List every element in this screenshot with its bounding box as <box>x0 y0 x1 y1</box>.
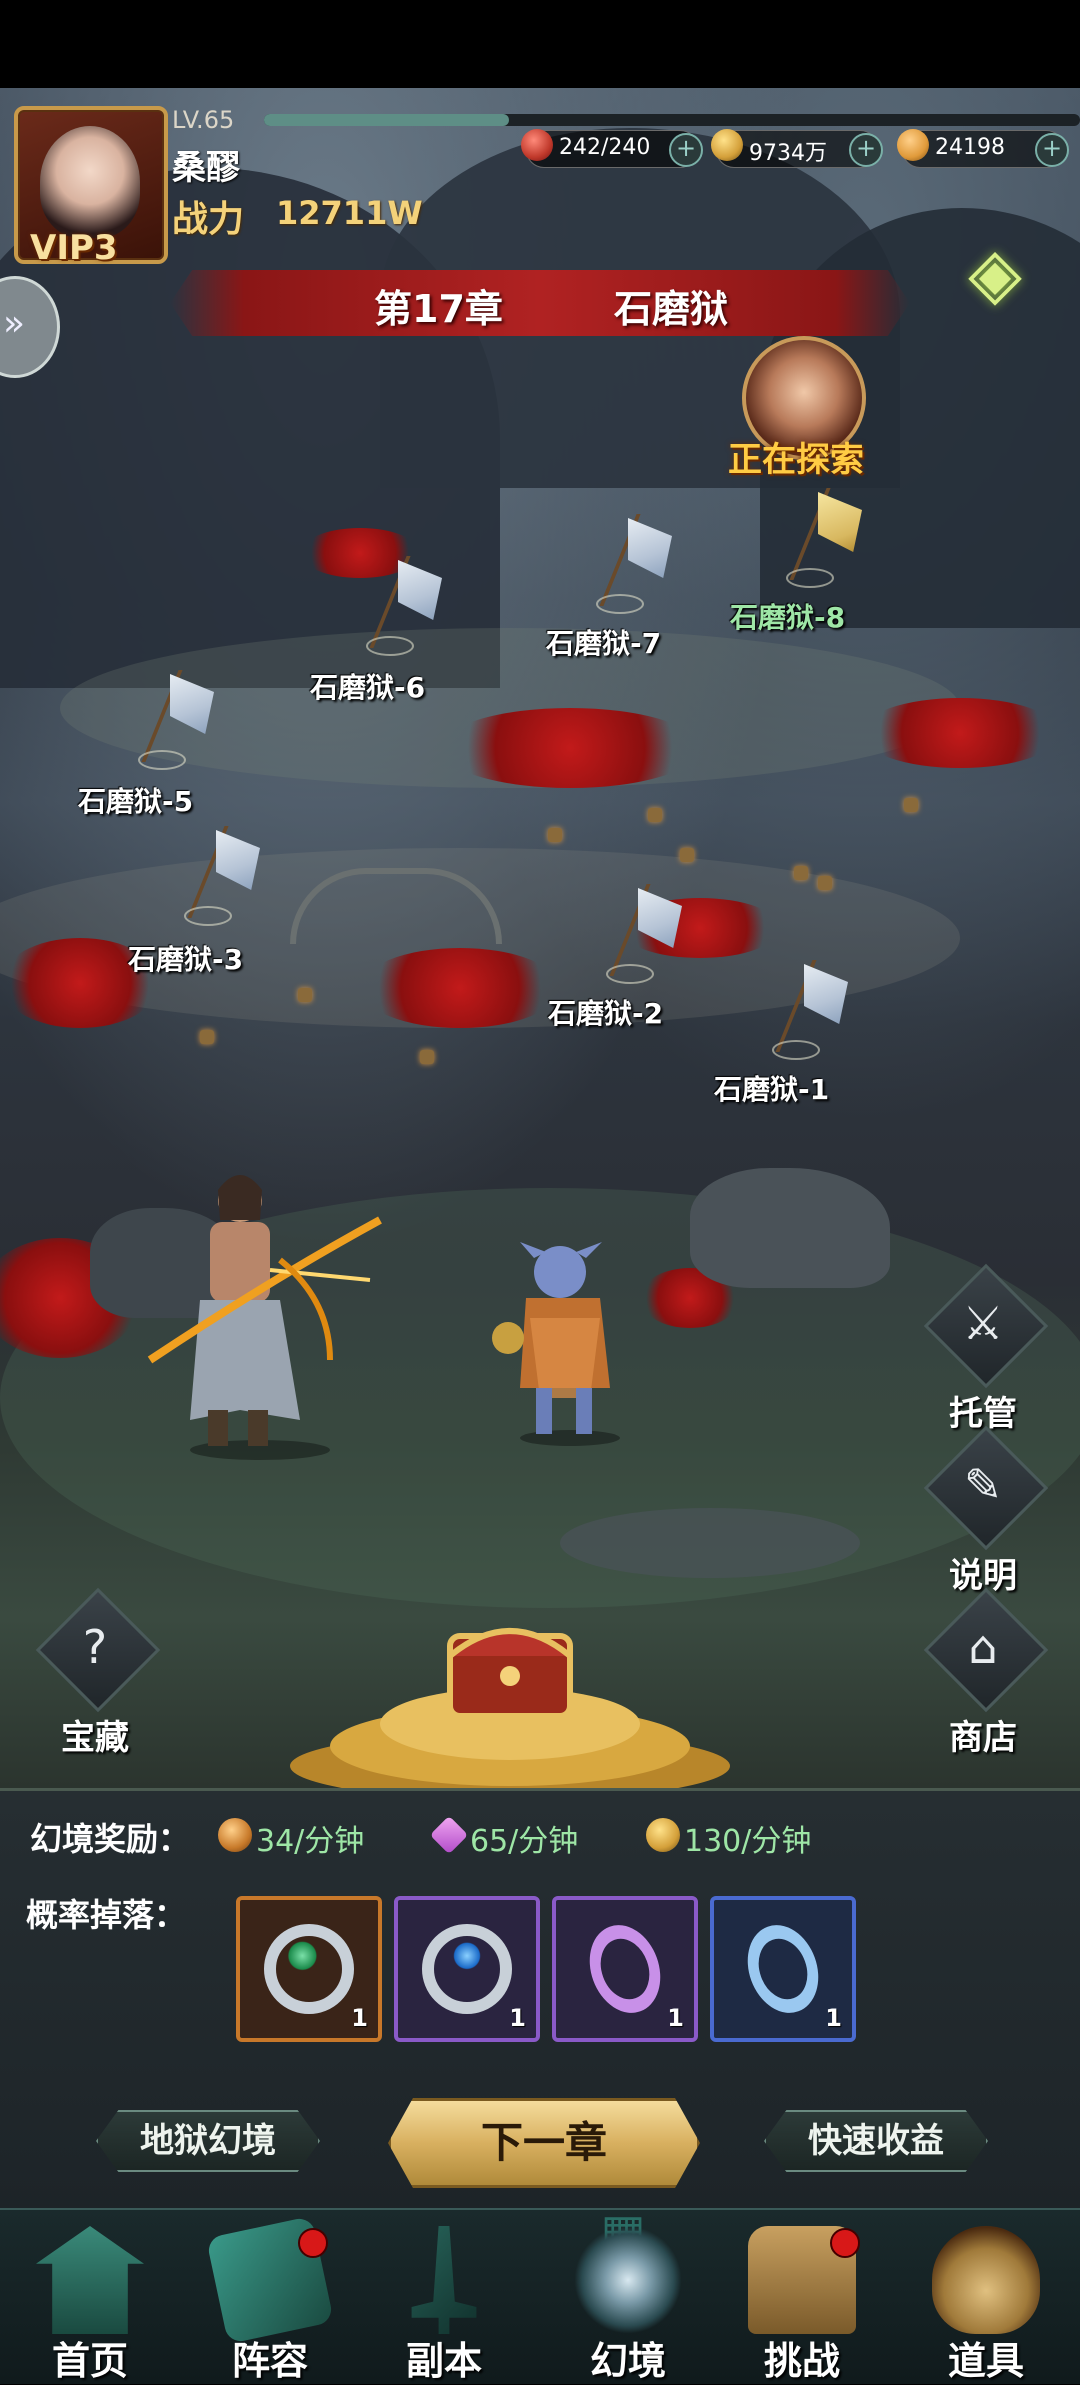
resource-gold: 24198 + <box>897 129 1069 168</box>
nav-challenge[interactable]: 挑战 <box>722 2220 882 2383</box>
player-level: LV.65 <box>172 106 235 134</box>
exp-bar <box>264 114 1080 126</box>
treasure-button[interactable]: ? 宝藏 <box>35 1587 161 1758</box>
stage-flag-1[interactable] <box>772 960 852 1060</box>
copper-coin-icon <box>218 1818 252 1852</box>
stage-flag-2[interactable] <box>606 884 686 984</box>
rock <box>560 1508 860 1578</box>
exploring-label: 正在探索 <box>728 440 864 480</box>
gold-coin-icon <box>897 129 929 161</box>
nav-illusion-label: 幻境 <box>589 2339 666 2383</box>
stage-label-8[interactable]: 石磨狱-8 <box>730 596 845 636</box>
stage-flag-3[interactable] <box>184 826 264 926</box>
jade-ring-icon <box>264 1924 354 2014</box>
resource-copper: 9734万 + <box>711 129 883 168</box>
shop-stall-icon: ⌂ <box>968 1620 998 1674</box>
realm-emblem-icon[interactable]: ◈ <box>940 218 1050 328</box>
add-stamina-button[interactable]: + <box>669 133 703 167</box>
stage-label-3[interactable]: 石磨狱-3 <box>128 938 243 978</box>
nav-lineup-label: 阵容 <box>231 2339 308 2383</box>
nav-dungeon-label: 副本 <box>405 2339 482 2383</box>
treasure-map-icon: ? <box>82 1620 108 1674</box>
add-copper-button[interactable]: + <box>849 133 883 167</box>
status-bar-area <box>0 0 1080 88</box>
reward-copper-rate: 34/分钟 <box>256 1824 365 1859</box>
document-icon: ✎ <box>963 1458 1003 1512</box>
treasure-label: 宝藏 <box>61 1718 129 1758</box>
chapter-banner <box>170 270 910 336</box>
resource-stamina: 242/240 + <box>521 129 703 168</box>
enemy-goblin <box>492 1242 620 1446</box>
stamina-value: 242/240 <box>559 135 651 160</box>
rock <box>690 1168 890 1288</box>
nav-dungeon[interactable]: 副本 <box>364 2220 524 2383</box>
chapter-number: 第17章 <box>374 287 503 331</box>
hell-realm-button[interactable]: 地狱幻境 <box>96 2110 320 2172</box>
nav-items-label: 道具 <box>947 2339 1024 2383</box>
nav-home[interactable]: 首页 <box>10 2220 170 2383</box>
power-value: 12711W <box>276 194 423 232</box>
shop-label: 商店 <box>949 1718 1017 1758</box>
drop-label: 概率掉落： <box>26 1896 187 1934</box>
purple-ring-icon <box>577 1915 673 2023</box>
auto-battle-button[interactable]: ⚔ 托管 <box>923 1263 1049 1434</box>
info-button[interactable]: ✎ 说明 <box>923 1425 1049 1596</box>
blue-ring-icon <box>735 1915 831 2023</box>
add-gold-button[interactable]: + <box>1035 133 1069 167</box>
drop-slot-2[interactable]: 1 <box>394 1896 540 2042</box>
stage-label-1[interactable]: 石磨狱-1 <box>714 1068 829 1108</box>
drop-slot-4[interactable]: 1 <box>710 1896 856 2042</box>
copper-coin-icon <box>711 129 743 161</box>
shop-button[interactable]: ⌂ 商店 <box>923 1587 1049 1758</box>
dungeon-sword-icon <box>411 2226 477 2334</box>
drop-slot-3[interactable]: 1 <box>552 1896 698 2042</box>
exp-bar-fill <box>264 114 509 126</box>
notification-dot <box>830 2228 860 2258</box>
fast-reward-button[interactable]: 快速收益 <box>764 2110 988 2172</box>
hero-archer <box>147 1175 382 1460</box>
item-bag-icon <box>932 2226 1040 2334</box>
gold-treasure-pile[interactable] <box>280 1606 740 1796</box>
gold-value: 24198 <box>935 135 1005 160</box>
reward-gem-rate: 65/分钟 <box>470 1824 579 1859</box>
helmet-icon: ⚔ <box>962 1296 1004 1350</box>
sapphire-ring-icon <box>422 1924 512 2014</box>
home-pagoda-icon <box>36 2226 144 2334</box>
reward-label: 幻境奖励： <box>30 1820 191 1858</box>
nav-home-label: 首页 <box>51 2339 128 2383</box>
stamina-orb-icon <box>521 129 553 161</box>
stage-label-6[interactable]: 石磨狱-6 <box>310 666 425 706</box>
stage-label-5[interactable]: 石磨狱-5 <box>78 780 193 820</box>
notification-dot <box>298 2228 328 2258</box>
drop-slot-1[interactable]: 1 <box>236 1896 382 2042</box>
vip-badge[interactable]: VIP3 <box>30 228 118 268</box>
nav-lineup[interactable]: 阵容 <box>190 2215 350 2383</box>
stage-flag-8[interactable] <box>786 488 866 588</box>
nav-illusion[interactable]: 幻境 <box>548 2220 708 2383</box>
chapter-name: 石磨狱 <box>614 287 729 331</box>
power-label: 战力 <box>172 199 245 240</box>
reward-gold-rate: 130/分钟 <box>684 1824 812 1859</box>
gold-coin-icon <box>646 1818 680 1852</box>
next-chapter-button[interactable]: 下一章 <box>388 2098 700 2188</box>
stage-label-7[interactable]: 石磨狱-7 <box>546 622 661 662</box>
stage-flag-5[interactable] <box>138 670 218 770</box>
stage-flag-6[interactable] <box>366 556 446 656</box>
copper-value: 9734万 <box>749 141 827 166</box>
nav-items[interactable]: 道具 <box>906 2220 1066 2383</box>
stage-flag-7[interactable] <box>596 514 676 614</box>
player-name: 桑醪 <box>172 148 240 188</box>
stage-label-2[interactable]: 石磨狱-2 <box>548 992 663 1032</box>
nav-challenge-label: 挑战 <box>763 2339 840 2383</box>
chevron-right-icon: » <box>3 303 26 344</box>
illusion-swords-icon <box>574 2226 682 2334</box>
